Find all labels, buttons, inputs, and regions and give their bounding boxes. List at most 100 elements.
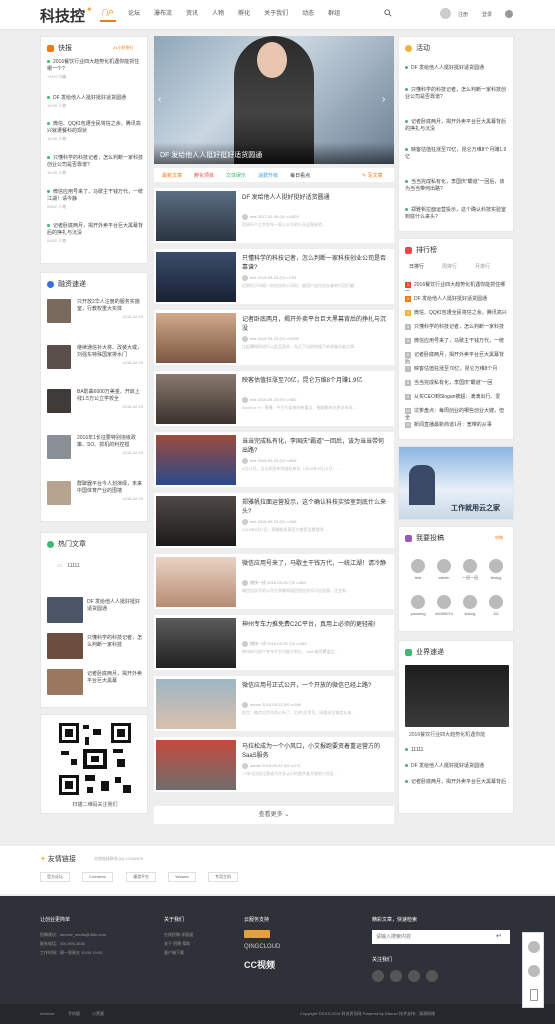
- prev-arrow-icon[interactable]: ‹: [158, 94, 161, 105]
- list-item[interactable]: 群聊器平台今人划演绎，未来中国体育产业的围墙 2016-02-03: [77, 481, 143, 502]
- post-title[interactable]: 马拉松成为一个小风口，小艾报跑要资着重运营方的SaaS服务: [242, 743, 388, 761]
- mobile-icon[interactable]: [530, 989, 538, 1001]
- list-item[interactable]: BA影曲6000万美金、开启上线1.5万公立学校全 2016-02-03: [77, 389, 143, 410]
- nav-dynamic[interactable]: 动态: [300, 8, 316, 22]
- rank-row[interactable]: 2 DF 发给他人人挺好挺好适货圆通: [405, 295, 507, 302]
- friend-link[interactable]: 官方论坛: [40, 872, 70, 882]
- rank-row[interactable]: 7 映客估值狂涨至70亿，昆仑万维8个月: [405, 365, 507, 372]
- list-item[interactable]: 只懂科学的科技记者，怎么判断一家科技: [87, 635, 145, 649]
- contributor[interactable]: 48455074: [433, 595, 455, 616]
- contributor[interactable]: test: [407, 559, 429, 580]
- tab-entertainment[interactable]: 文体娱乐: [226, 172, 246, 179]
- return-icon[interactable]: ↵: [496, 932, 502, 940]
- search-icon[interactable]: [384, 9, 392, 17]
- contributor[interactable]: 一班一班: [459, 559, 481, 581]
- register-link[interactable]: 注册: [458, 11, 468, 18]
- contributor[interactable]: 111: [485, 595, 507, 616]
- blackroom-link[interactable]: 小黑屋: [92, 1011, 104, 1017]
- load-more-button[interactable]: 查看更多 ⌄: [154, 806, 394, 824]
- post-item[interactable]: 郑雅帆拉面运营投示，这个确认科技实验室到底什么来头? test 2016-09-…: [154, 493, 394, 549]
- mobile-link[interactable]: 手机版: [68, 1011, 80, 1017]
- rank-row[interactable]: 8 当当完成私有化，李国庆“霸道”一回: [405, 379, 507, 386]
- list-item[interactable]: 2016餐饮行业四大趋势化机遇你能抓住哪一个? 17/04 小编: [47, 59, 143, 80]
- tab-latest[interactable]: 最新文章: [162, 172, 182, 179]
- post-title[interactable]: 微信应用号来了，马歇主干钱万代，一统江湖！请冷静: [242, 560, 388, 569]
- tab-day[interactable]: 日排行: [409, 263, 424, 270]
- ad-banner[interactable]: 工作就用云之家: [398, 446, 514, 520]
- nav-groups[interactable]: 群组: [326, 8, 342, 22]
- post-item[interactable]: 微信应用号来了，马歇主干钱万代，一统江湖！请冷静 捕快一班 2016-09-23…: [154, 554, 394, 610]
- qq-icon[interactable]: [528, 941, 540, 953]
- list-item[interactable]: DF 发给他人人挺好挺好适货圆通: [405, 65, 507, 72]
- hot-first[interactable]: ▭ 11111: [57, 563, 80, 569]
- tab-daily[interactable]: 每日看点: [290, 172, 310, 179]
- tab-consumption[interactable]: 消费升级: [258, 172, 278, 179]
- post-title[interactable]: DF 发给他人人挺好挺好适货圆通: [242, 194, 388, 203]
- wechat-icon[interactable]: [528, 965, 540, 977]
- list-item[interactable]: 只懂科学的科技记者，怎么判断一家科技创业公司是否靠谱?: [405, 87, 507, 101]
- post-item[interactable]: 映客估值狂涨至70亿，昆仑万维8个月赚1.9亿 test 2016-09-23 …: [154, 371, 394, 427]
- list-item[interactable]: 映客估值狂涨至70亿，昆仑万维8个月赚1.9亿: [405, 147, 507, 161]
- post-item[interactable]: DF 发给他人人挺好挺好适货圆通 test 2017-02-06 ◎0 ▭182…: [154, 188, 394, 244]
- list-item[interactable]: 只开放2华人注册的服务实施室，行教权重大实体 2016-02-03: [77, 299, 143, 320]
- friend-link[interactable]: 专用主机: [208, 872, 238, 882]
- list-item[interactable]: DF 发给他人人挺好挺好适货圆通: [87, 599, 145, 613]
- post-item[interactable]: 只懂科学的科技记者，怎么判断一家科技创业公司是否靠谱? test 2016-09…: [154, 249, 394, 305]
- share-icon[interactable]: [426, 970, 438, 982]
- wechat-icon[interactable]: [390, 970, 402, 982]
- friend-link[interactable]: 漫游平台: [126, 872, 156, 882]
- post-item[interactable]: 马拉松成为一个小风口，小艾报跑要资着重运营方的SaaS服务 admin 2016…: [154, 737, 394, 793]
- nav-portal[interactable]: 门户: [100, 8, 117, 22]
- list-item[interactable]: 继续通信补大将、改装大或，刘强东特殊国家排水门 2016-02-03: [77, 345, 143, 366]
- nav-about[interactable]: 关于我们: [262, 8, 290, 22]
- hero-caption[interactable]: DF 发给他人人挺好挺好适货圆通: [154, 142, 394, 164]
- post-title[interactable]: 记者卧底两月，揭开外卖平台巨大黑幕背后的挣扎与沉没: [242, 316, 388, 334]
- post-title[interactable]: 郑雅帆拉面运营投示，这个确认科技实验室到底什么来头?: [242, 499, 388, 517]
- list-item[interactable]: 当当完成私有化，李国庆“霸道”一回后，该为当当带何出路?: [405, 179, 507, 193]
- yejie-caption[interactable]: 2016餐饮行业四大趋势化机遇你能: [409, 731, 485, 738]
- list-item[interactable]: DF 发给他人人挺好挺好适货圆通: [405, 763, 507, 770]
- weibo-icon[interactable]: [372, 970, 384, 982]
- tab-week[interactable]: 周排行: [442, 263, 457, 270]
- post-item[interactable]: 神州专车力推免费C2C平台，真用上必须的更轻能! 捕快一班 2016-09-23…: [154, 615, 394, 671]
- post-item[interactable]: 当当完成私有化，李国庆“霸道”一回后，该为当当带何出路? test 2016-0…: [154, 432, 394, 488]
- write-article-button[interactable]: ✎ 写文章: [362, 172, 383, 179]
- list-item[interactable]: 微信应用号来了，马歇主干钱万代，一统江湖！请今静 09/02 人物: [47, 189, 143, 210]
- list-item[interactable]: 2016年1长征要特别违级政策、SO、抓机的利控措 2016-02-03: [77, 435, 143, 456]
- friend-link[interactable]: Yeswan: [168, 872, 196, 882]
- nav-people[interactable]: 人物: [210, 8, 226, 22]
- login-link[interactable]: 登录: [482, 11, 492, 18]
- yejie-image[interactable]: [405, 665, 509, 727]
- list-item[interactable]: 郑雅帆拉面运营投示，这个确认科技实验室到底什么来头?: [405, 207, 507, 221]
- list-item[interactable]: 11111: [405, 747, 507, 754]
- contributor[interactable]: yaoming: [407, 595, 429, 616]
- list-item[interactable]: DF 发给他人人挺好挺好适货圆通 16:00 人物: [47, 95, 143, 109]
- list-item[interactable]: 微信、QQ红包遭全民将信之余，腾讯高兴就遭餐科的现状 16:00 人物: [47, 121, 143, 142]
- tab-month[interactable]: 月排行: [475, 263, 490, 270]
- post-title[interactable]: 只懂科学的科技记者，怎么判断一家科技创业公司是否靠谱?: [242, 255, 388, 273]
- twitter-icon[interactable]: [408, 970, 420, 982]
- list-item[interactable]: 只懂科学的科技记者，怎么判断一家科技创业公司是否靠谱? 16:00 人物: [47, 155, 143, 176]
- contributor[interactable]: testyg: [485, 559, 507, 580]
- nav-forum[interactable]: 论坛: [126, 8, 142, 22]
- rank-row[interactable]: 6 记者卧底两月，揭开外卖平台巨大黑幕背后: [405, 351, 507, 365]
- user-avatar[interactable]: [440, 8, 451, 19]
- contributor[interactable]: admin: [433, 559, 455, 580]
- tab-incubate[interactable]: 孵化项目: [194, 172, 214, 179]
- archiver-link[interactable]: Archiver: [40, 1011, 55, 1016]
- nav-waterfall[interactable]: 瀑布流: [152, 8, 174, 22]
- nav-incubate[interactable]: 孵化: [236, 8, 252, 22]
- hero-slider[interactable]: ‹ › DF 发给他人人挺好挺好适货圆通: [154, 36, 394, 164]
- post-title[interactable]: 神州专车力推免费C2C平台，真用上必须的更轻能!: [242, 621, 388, 630]
- footer-c2-links[interactable]: 在线投稿 求报道 关于 招聘 帮助 客户端下载: [164, 930, 193, 957]
- settings-icon[interactable]: [505, 10, 513, 18]
- site-logo[interactable]: 科技控: [40, 5, 85, 26]
- list-item[interactable]: 记者卧底两月，揭开外卖平台巨大黑幕背后: [405, 779, 507, 786]
- post-item[interactable]: 记者卧底两月，揭开外卖平台巨大黑幕背后的挣扎与沉没 test 2016-09-2…: [154, 310, 394, 366]
- rank-row[interactable]: 11 新闻直播最新商道1月：宽带的从事: [405, 421, 507, 428]
- contributor[interactable]: lidong: [459, 595, 481, 616]
- post-title[interactable]: 微信应用号正式公开，一个开放的微信已经上路?: [242, 682, 388, 691]
- list-item[interactable]: 记者卧底两月，揭开外卖平台巨大黑幕背后的挣扎与沉没 04/02 人物: [47, 223, 143, 244]
- footer-search-input[interactable]: [372, 930, 510, 944]
- post-title[interactable]: 当当完成私有化，李国庆“霸道”一回后，该为当当带何出路?: [242, 438, 388, 456]
